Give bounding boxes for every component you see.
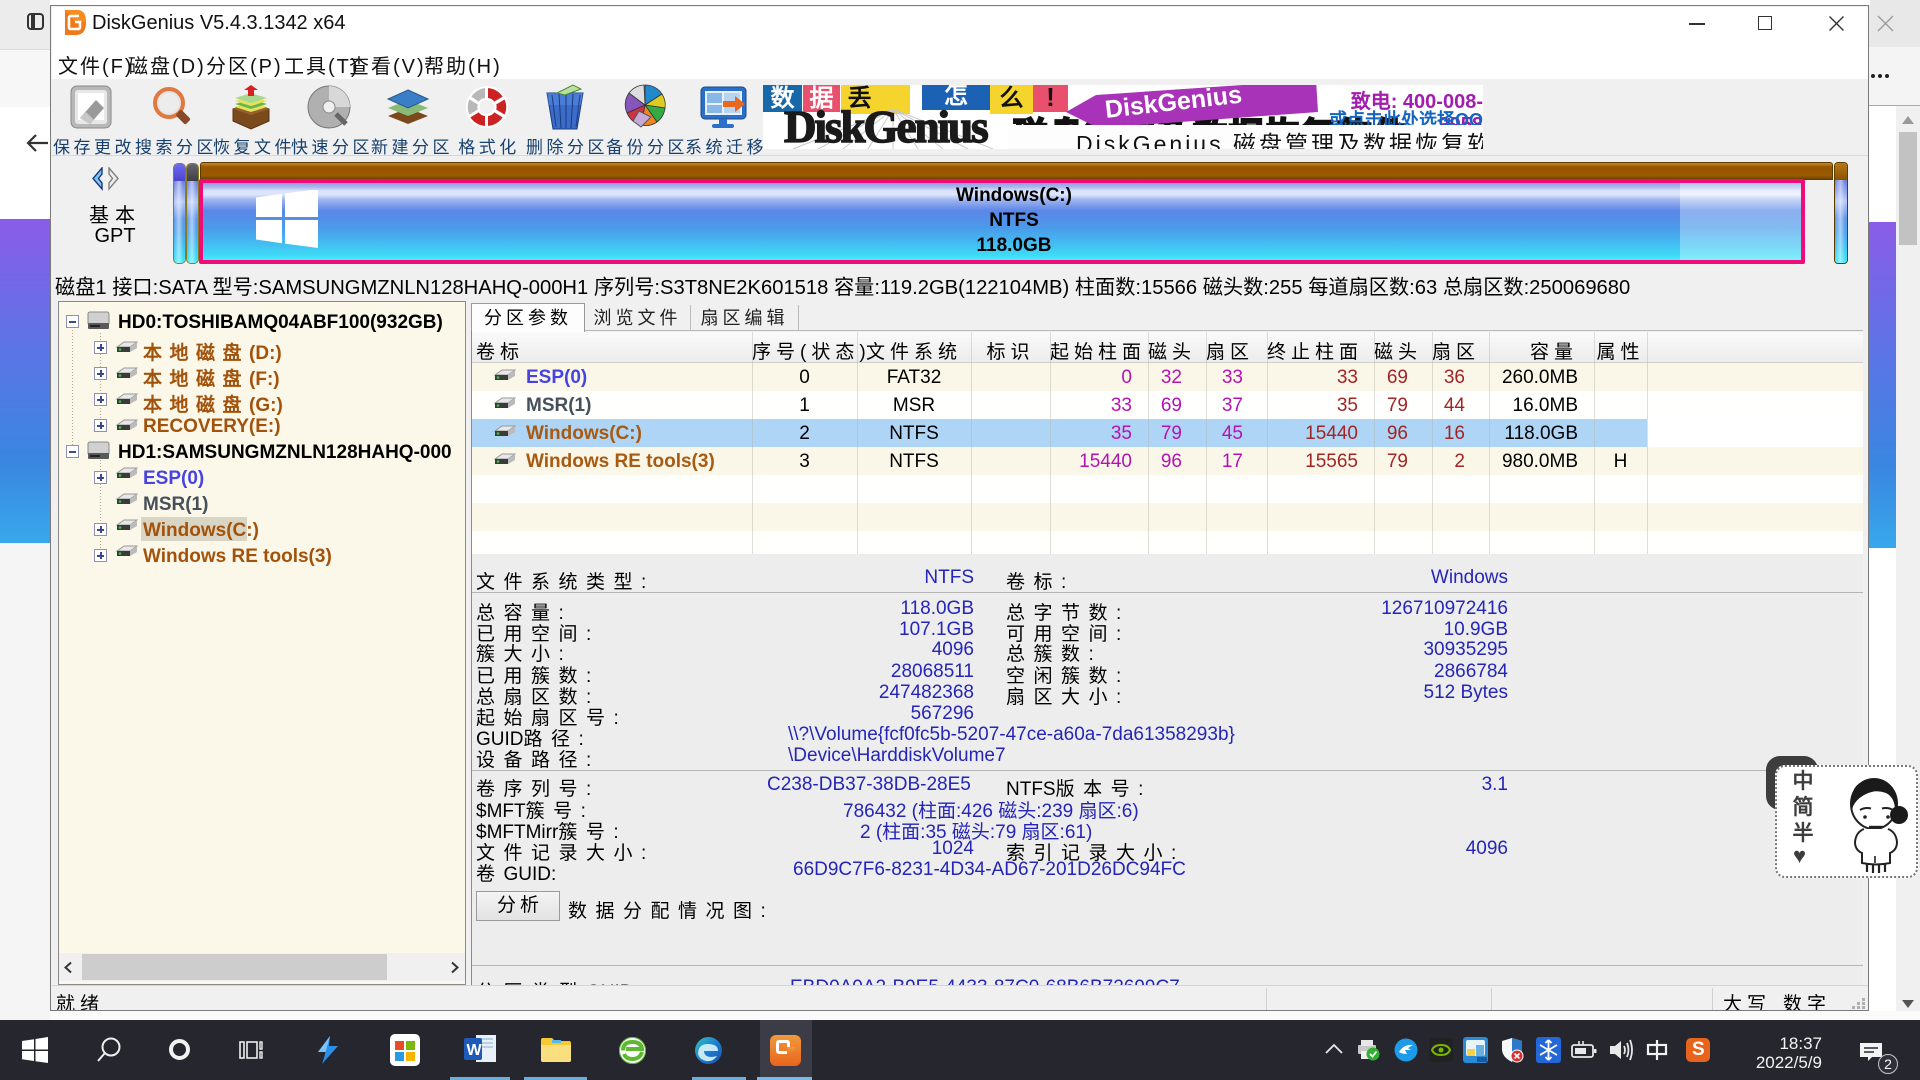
svg-text:W: W — [467, 1042, 483, 1059]
